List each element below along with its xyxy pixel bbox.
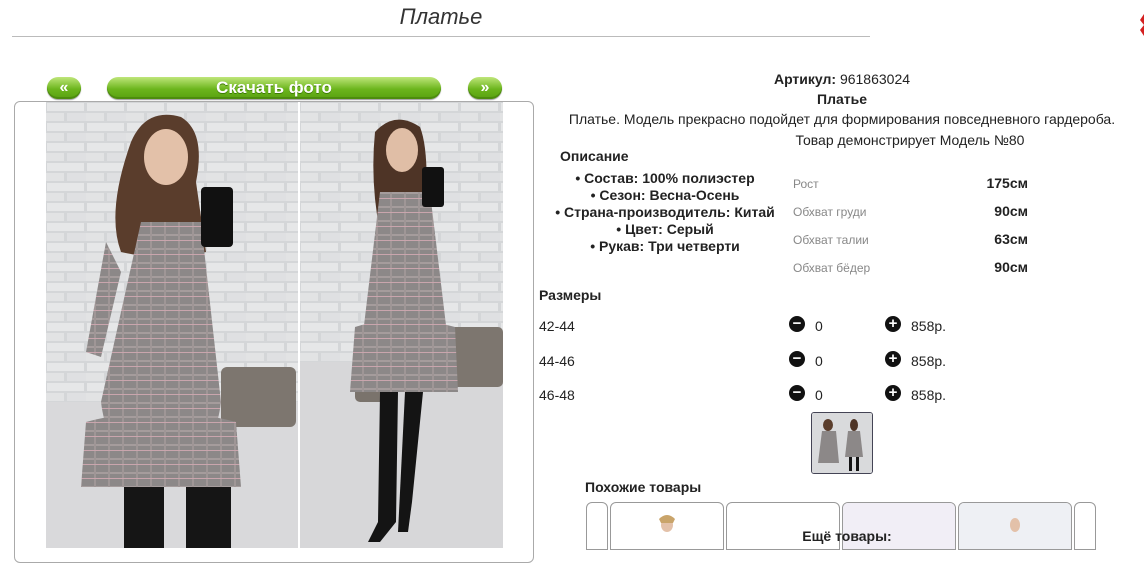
price-value: 858р. [911,318,947,334]
size-label: 44-46 [539,353,575,369]
feature-item: Состав: 100% полиэстер [550,170,780,187]
measurement-value: 90см [994,259,1028,275]
feature-item: Цвет: Серый [550,221,780,238]
model-note: Товар демонстрирует Модель №80 [795,132,1025,148]
size-label: 46-48 [539,387,575,403]
measurement-label: Обхват груди [793,205,867,219]
sizes-heading: Размеры [539,287,602,303]
description-heading: Описание [560,148,629,164]
decrease-quantity-button[interactable]: − [789,351,805,367]
article-line: Артикул: 961863024 [700,71,984,87]
measurement-label: Рост [793,177,819,191]
decrease-quantity-button[interactable]: − [789,316,805,332]
measurement-label: Обхват талии [793,233,869,247]
measurement-value: 175см [986,175,1028,191]
model-measurements: Рост 175см Обхват груди 90см Обхват тали… [792,170,1042,282]
feature-item: Сезон: Весна-Осень [550,187,780,204]
download-photo-button[interactable]: Скачать фото [107,77,441,99]
page-title: Платье [12,4,870,37]
article-number: 961863024 [839,71,911,87]
measurement-value: 90см [994,203,1028,219]
size-row: 42-44 − 0 + 858р. [539,314,959,338]
measurement-label: Обхват бёдер [793,261,871,275]
product-name: Платье [817,91,867,107]
size-label: 42-44 [539,318,575,334]
product-photo-side[interactable] [300,102,503,548]
quantity-value: 0 [815,318,823,334]
measurement-row: Рост 175см [792,170,1042,198]
product-photo-front[interactable] [46,102,298,548]
size-row: 44-46 − 0 + 858р. [539,349,959,373]
close-icon[interactable] [1136,10,1144,40]
decrease-quantity-button[interactable]: − [789,385,805,401]
more-products-heading: Ещё товары: [0,528,1144,544]
feature-item: Страна-производитель: Китай [550,204,780,221]
quantity-value: 0 [815,353,823,369]
prev-photo-button[interactable]: « [47,77,81,99]
increase-quantity-button[interactable]: + [885,316,901,332]
measurement-value: 63см [994,231,1028,247]
price-value: 858р. [911,387,947,403]
similar-products-heading: Похожие товары [585,479,702,495]
increase-quantity-button[interactable]: + [885,351,901,367]
features-list: Состав: 100% полиэстер Сезон: Весна-Осен… [550,170,780,255]
size-row: 46-48 − 0 + 858р. [539,383,959,407]
article-label: Артикул: [773,71,837,87]
more-products-label: Ещё товары: [802,528,892,544]
quantity-value: 0 [815,387,823,403]
measurement-row: Обхват бёдер 90см [792,254,1042,282]
product-thumbnail[interactable] [811,412,873,474]
price-value: 858р. [911,353,947,369]
next-photo-button[interactable]: » [468,77,502,99]
product-description: Платье. Модель прекрасно подойдет для фо… [568,111,1116,127]
increase-quantity-button[interactable]: + [885,385,901,401]
measurement-row: Обхват груди 90см [792,198,1042,226]
feature-item: Рукав: Три четверти [550,238,780,255]
measurement-row: Обхват талии 63см [792,226,1042,254]
